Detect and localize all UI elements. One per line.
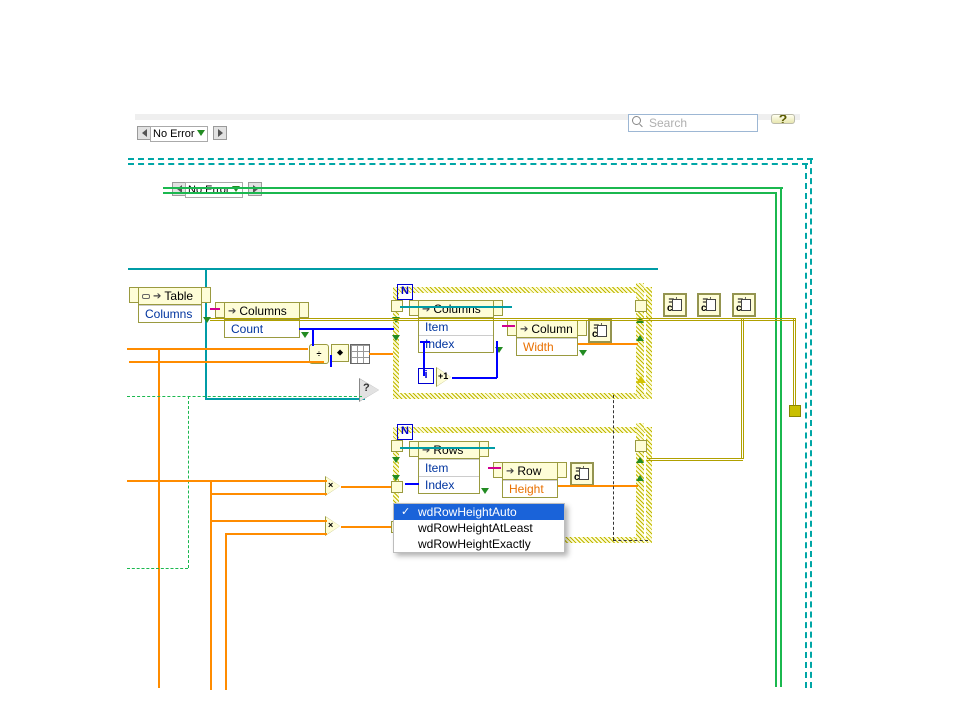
case-menu-outer[interactable]	[197, 130, 205, 136]
tunnel-arrows-2r	[636, 450, 650, 486]
wire-sel-tun	[369, 353, 393, 355]
search-input[interactable]: Search	[628, 114, 758, 132]
wire-y-join	[741, 318, 744, 459]
columns-glyph-r	[299, 302, 309, 318]
case-prev-outer[interactable]	[137, 126, 151, 140]
op-index-array[interactable]	[350, 344, 370, 364]
wire-item-col	[502, 325, 515, 327]
tunnel-in-2b	[391, 481, 403, 493]
case-border-right2	[775, 192, 777, 687]
node-table[interactable]: ➔ Table Columns	[138, 287, 202, 323]
wire-idx-l2	[405, 483, 419, 485]
wire-gd-2	[127, 568, 188, 569]
case-label-inner[interactable]: No Error	[185, 182, 243, 198]
wire-idx-l1	[420, 341, 430, 343]
wire-mult-v	[210, 480, 212, 690]
case-border-top	[163, 187, 783, 189]
wire-err-y1	[210, 318, 650, 324]
menu-item-auto[interactable]: ✓ wdRowHeightAuto	[394, 504, 564, 520]
wire-y-out2	[647, 458, 743, 464]
block-diagram[interactable]: Search ? No Error No Error ➔ Table Colum…	[0, 0, 960, 720]
wire-item-row	[488, 467, 501, 469]
op-round[interactable]: ⬥	[331, 344, 349, 362]
help-button[interactable]: ?	[771, 114, 795, 124]
wire-mult1-a	[127, 480, 327, 482]
rows-prop-select[interactable]	[481, 481, 495, 499]
wire-mult2-out	[341, 526, 393, 528]
wire-width	[578, 343, 638, 345]
tunnel-arrows-1	[392, 310, 406, 346]
wire-dash-3	[128, 163, 808, 165]
wire-dash-4	[805, 163, 807, 688]
wire-gd-v	[188, 396, 189, 568]
wire-mult1-out	[341, 486, 393, 488]
wire-mult2-a	[210, 520, 327, 522]
wire-count-v	[312, 328, 314, 346]
menu-item-exactly[interactable]: wdRowHeightExactly	[394, 536, 564, 552]
node-row[interactable]: ➔ Row Height	[502, 462, 558, 498]
close-ref-c3[interactable]: ≣/c	[732, 293, 756, 317]
wire-teal-main	[128, 268, 658, 270]
search-icon	[632, 116, 644, 128]
wire-or-in2	[129, 361, 324, 363]
wire-tab-col	[210, 308, 220, 310]
row-glyph-r	[557, 462, 567, 478]
check-icon: ✓	[401, 505, 410, 518]
wire-inc-up	[496, 341, 498, 378]
wire-inc-out	[452, 377, 497, 379]
menu-item-atleast[interactable]: wdRowHeightAtLeast	[394, 520, 564, 536]
case-border-right	[780, 187, 782, 687]
wire-blk-h	[613, 540, 648, 541]
tunnel-arrows-1r2	[636, 370, 650, 388]
search-placeholder: Search	[649, 116, 687, 130]
junction-dot	[789, 405, 801, 417]
enum-ring-menu[interactable]: ✓ wdRowHeightAuto wdRowHeightAtLeast wdR…	[393, 503, 565, 553]
close-ref-c1[interactable]: ≣/c	[663, 293, 687, 317]
rows-glyph-r	[479, 441, 489, 457]
key-icon	[142, 294, 150, 299]
wire-mult2-b	[225, 533, 327, 535]
column-prop-select[interactable]	[579, 343, 593, 361]
wire-y-outv	[793, 318, 796, 408]
wire-mult1-b	[210, 493, 327, 495]
close-ref-loop2[interactable]: ≣/c	[570, 462, 594, 486]
wire-height	[558, 485, 638, 487]
loop-i-1[interactable]: i	[418, 368, 434, 384]
close-ref-c2[interactable]: ≣/c	[697, 293, 721, 317]
wire-div-out	[330, 355, 332, 367]
case-label-outer[interactable]: No Error	[150, 126, 208, 142]
tunnel-arrows-1r	[636, 310, 650, 346]
cols2-glyph-r	[493, 300, 503, 316]
loop-N-1[interactable]: N	[397, 284, 413, 300]
wire-teal-h2	[205, 398, 365, 400]
wire-l1-teal	[400, 306, 512, 308]
wire-l2-teal	[400, 447, 495, 449]
wire-blk-v	[613, 395, 614, 540]
loop-N-2[interactable]: N	[397, 424, 413, 440]
wire-y-out1	[647, 318, 795, 324]
wire-or-in1	[127, 348, 308, 350]
wire-or-v1	[158, 348, 160, 688]
node-column[interactable]: ➔ Column Width	[516, 320, 578, 356]
case-border-top2	[163, 192, 777, 194]
wire-dash-1	[128, 158, 813, 160]
wire-gd-1	[127, 396, 362, 397]
wire-mult2-v	[225, 533, 227, 690]
case-next-outer[interactable]	[213, 126, 227, 140]
table-src-glyph-r	[201, 287, 211, 303]
wire-dash-2	[810, 158, 812, 688]
